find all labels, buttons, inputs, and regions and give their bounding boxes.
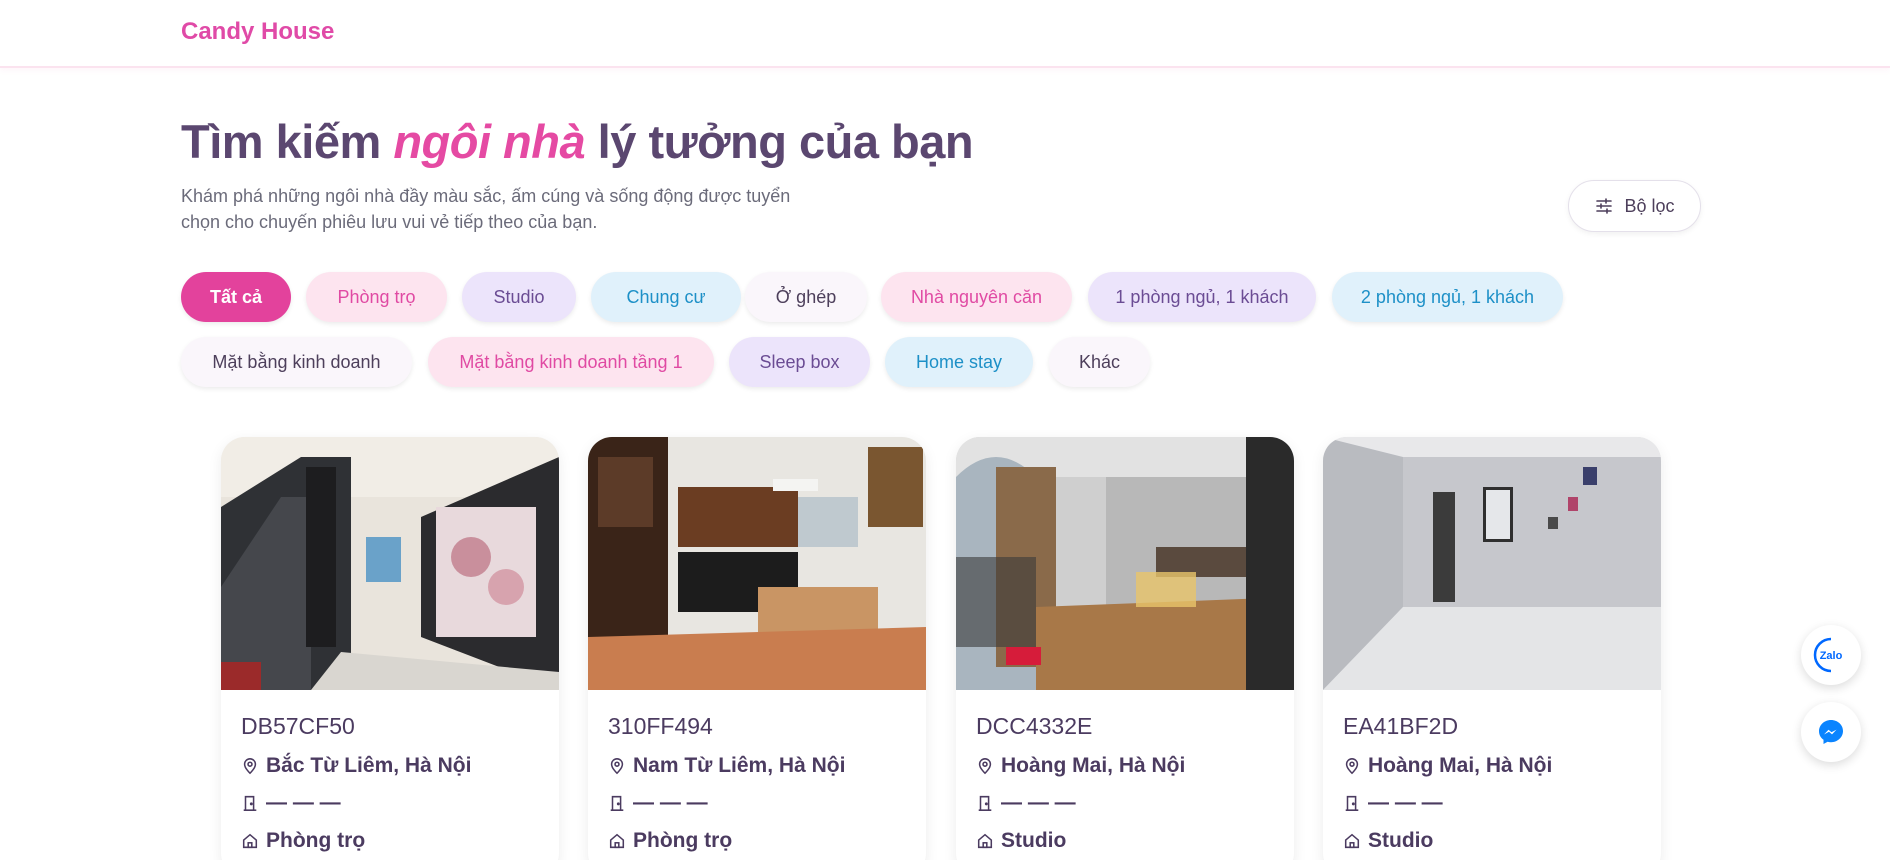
door-icon xyxy=(610,795,624,811)
messenger-icon xyxy=(1819,720,1843,744)
listing-location: Hoàng Mai, Hà Nội xyxy=(1001,754,1186,777)
listing-card[interactable]: DCC4332E Hoàng Mai, Hà Nội — — — Studio xyxy=(956,437,1294,860)
chip-chung-cu[interactable]: Chung cư xyxy=(591,272,741,322)
home-icon xyxy=(977,833,993,849)
title-accent: ngôi nhà xyxy=(393,115,586,168)
brand-logo[interactable]: Candy House xyxy=(181,18,334,46)
title-part-2: lý tưởng của bạn xyxy=(585,115,974,168)
listing-location: Nam Từ Liêm, Hà Nội xyxy=(633,754,846,777)
listing-type: Studio xyxy=(1368,829,1434,852)
listing-code: 310FF494 xyxy=(608,713,713,739)
listing-area: — — — xyxy=(266,791,341,814)
chip-sleep-box[interactable]: Sleep box xyxy=(729,337,870,387)
listing-type: Phòng trọ xyxy=(266,829,366,852)
listing-area: — — — xyxy=(633,791,708,814)
zalo-button[interactable]: Zalo xyxy=(1801,625,1861,685)
listing-photo xyxy=(588,437,926,690)
map-pin-icon xyxy=(610,758,624,775)
listing-location: Bắc Từ Liêm, Hà Nội xyxy=(266,754,472,777)
chip-studio[interactable]: Studio xyxy=(462,272,576,322)
listing-photo xyxy=(956,437,1294,690)
chip-home-stay[interactable]: Home stay xyxy=(885,337,1033,387)
map-pin-icon xyxy=(1345,758,1359,775)
listing-photo xyxy=(1323,437,1661,690)
filter-button[interactable]: Bộ lọc xyxy=(1568,180,1701,232)
listing-photo xyxy=(221,437,559,690)
home-icon xyxy=(1344,833,1360,849)
chip-khac[interactable]: Khác xyxy=(1049,337,1150,387)
home-icon xyxy=(242,833,258,849)
listing-type: Studio xyxy=(1001,829,1067,852)
chip-all[interactable]: Tất cả xyxy=(181,272,291,322)
listing-type: Phòng trọ xyxy=(633,829,733,852)
map-pin-icon xyxy=(978,758,992,775)
listing-code: DCC4332E xyxy=(976,713,1093,739)
zalo-icon: Zalo xyxy=(1813,637,1843,673)
listing-area: — — — xyxy=(1368,791,1443,814)
filter-label: Bộ lọc xyxy=(1624,195,1675,216)
page-subtitle: Khám phá những ngôi nhà đầy màu sắc, ấm … xyxy=(181,186,791,232)
chip-phong-tro[interactable]: Phòng trọ xyxy=(306,272,447,322)
top-bar: Candy House xyxy=(0,0,1890,68)
messenger-button[interactable] xyxy=(1801,702,1861,762)
chip-mat-bang[interactable]: Mặt bằng kinh doanh xyxy=(181,337,412,387)
listing-code: DB57CF50 xyxy=(241,713,355,739)
chip-1-phong-ngu[interactable]: 1 phòng ngủ, 1 khách xyxy=(1088,272,1316,322)
page-title: Tìm kiếm ngôi nhà lý tưởng của bạn xyxy=(181,114,974,169)
chip-o-ghep[interactable]: Ở ghép xyxy=(745,272,867,322)
listing-location: Hoàng Mai, Hà Nội xyxy=(1368,754,1553,777)
map-pin-icon xyxy=(243,758,257,775)
svg-text:Zalo: Zalo xyxy=(1820,650,1843,662)
sliders-icon xyxy=(1596,198,1613,214)
chip-mat-bang-tang-1[interactable]: Mặt bằng kinh doanh tầng 1 xyxy=(428,337,714,387)
listing-code: EA41BF2D xyxy=(1343,713,1459,739)
chip-2-phong-ngu[interactable]: 2 phòng ngủ, 1 khách xyxy=(1332,272,1563,322)
door-icon xyxy=(1345,795,1359,811)
home-icon xyxy=(609,833,625,849)
door-icon xyxy=(243,795,257,811)
door-icon xyxy=(978,795,992,811)
listing-area: — — — xyxy=(1001,791,1076,814)
listing-card[interactable]: DB57CF50 Bắc Từ Liêm, Hà Nội — — — Phòng… xyxy=(221,437,559,860)
listing-card[interactable]: EA41BF2D Hoàng Mai, Hà Nội — — — Studio xyxy=(1323,437,1661,860)
chip-nha-nguyen-can[interactable]: Nhà nguyên căn xyxy=(881,272,1072,322)
title-part-1: Tìm kiếm xyxy=(181,115,394,168)
listing-card[interactable]: 310FF494 Nam Từ Liêm, Hà Nội — — — Phòng… xyxy=(588,437,926,860)
